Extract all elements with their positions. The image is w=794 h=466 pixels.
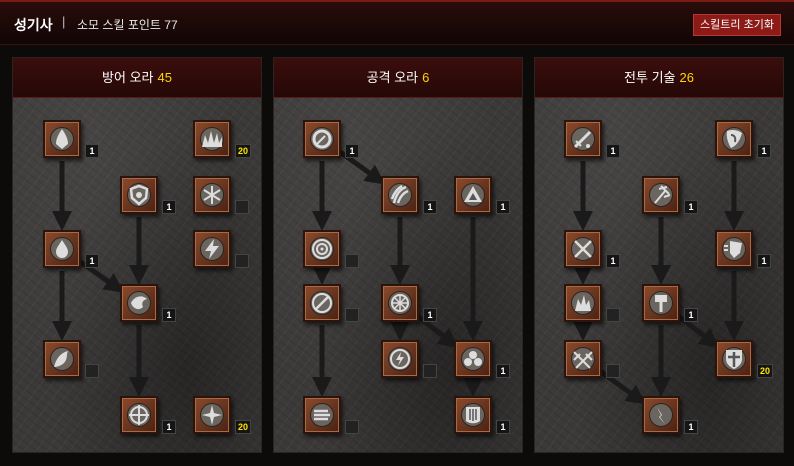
skill-node[interactable] — [303, 230, 341, 268]
fire-drop-icon — [50, 237, 74, 261]
slash-icon — [310, 291, 334, 315]
header-separator: | — [62, 14, 66, 29]
spiky-aura-icon — [200, 127, 224, 151]
crossed-blades-icon — [571, 347, 595, 371]
skill-node[interactable] — [564, 120, 602, 158]
skill-node[interactable] — [120, 176, 158, 214]
skill-rank: 1 — [606, 144, 620, 158]
skill-node[interactable] — [43, 340, 81, 378]
skill-node[interactable] — [454, 176, 492, 214]
skill-rank — [423, 364, 437, 378]
skill-node[interactable] — [193, 396, 231, 434]
skill-rank: 1 — [496, 364, 510, 378]
spent-points: 소모 스킬 포인트 77 — [77, 18, 178, 32]
skill-rank: 1 — [684, 200, 698, 214]
shield-swoosh-icon — [722, 127, 746, 151]
skill-rank: 1 — [496, 200, 510, 214]
skill-rank — [235, 254, 249, 268]
skill-rank: 20 — [757, 364, 773, 378]
skill-rank: 1 — [496, 420, 510, 434]
skill-tree-panel-combat: 전투 기술 26 1 1 1 1 1 1 20 1 — [534, 57, 784, 453]
skill-node[interactable] — [454, 396, 492, 434]
skill-node[interactable] — [564, 284, 602, 322]
skill-rank: 1 — [757, 144, 771, 158]
skill-rank — [606, 308, 620, 322]
phoenix-icon — [127, 291, 151, 315]
target-ring-icon — [310, 127, 334, 151]
skill-node[interactable] — [193, 230, 231, 268]
header-bar: 성기사 | 소모 스킬 포인트 77 스킬트리 초기화 — [0, 0, 794, 45]
skill-rank: 1 — [684, 308, 698, 322]
skill-node[interactable] — [43, 230, 81, 268]
skill-rank: 1 — [85, 254, 99, 268]
skill-rank: 1 — [85, 144, 99, 158]
sword-drops-icon — [571, 127, 595, 151]
skill-rank: 1 — [423, 308, 437, 322]
knight-shield-icon — [722, 347, 746, 371]
skill-node[interactable] — [564, 340, 602, 378]
reset-skill-tree-button[interactable]: 스킬트리 초기화 — [693, 14, 781, 36]
skill-rank: 20 — [235, 144, 251, 158]
skill-node[interactable] — [564, 230, 602, 268]
meteor-icon — [310, 403, 334, 427]
skill-rank: 1 — [684, 420, 698, 434]
skill-rank: 1 — [162, 200, 176, 214]
skill-node[interactable] — [381, 176, 419, 214]
skill-rank — [85, 364, 99, 378]
skill-node[interactable] — [303, 396, 341, 434]
trinity-icon — [461, 347, 485, 371]
holy-cross-icon — [200, 403, 224, 427]
skill-rank: 1 — [423, 200, 437, 214]
hammer-burst-icon — [649, 183, 673, 207]
skill-rank: 20 — [235, 420, 251, 434]
skill-rank — [235, 200, 249, 214]
skill-node[interactable] — [642, 284, 680, 322]
snowflake-icon — [200, 183, 224, 207]
sun-wheel-icon — [388, 291, 412, 315]
concentric-circle-icon — [310, 237, 334, 261]
skill-rank — [345, 254, 359, 268]
skill-node[interactable] — [381, 284, 419, 322]
barrier-icon — [461, 403, 485, 427]
claw-icon — [388, 183, 412, 207]
skill-node[interactable] — [715, 340, 753, 378]
skill-node[interactable] — [454, 340, 492, 378]
crosshair-icon — [127, 403, 151, 427]
skill-rank: 1 — [606, 254, 620, 268]
charging-shield-icon — [722, 237, 746, 261]
shield-swirl-icon — [127, 183, 151, 207]
skill-node[interactable] — [715, 230, 753, 268]
wing-flame-icon — [50, 347, 74, 371]
skill-tree-panel-offense: 공격 오라 6 111111 — [273, 57, 523, 453]
skill-node[interactable] — [120, 284, 158, 322]
skill-node[interactable] — [193, 120, 231, 158]
flame-shield-icon — [50, 127, 74, 151]
skill-rank: 1 — [757, 254, 771, 268]
lightning-bolt-icon — [200, 237, 224, 261]
skill-node[interactable] — [642, 396, 680, 434]
skill-rank — [606, 364, 620, 378]
skill-node[interactable] — [120, 396, 158, 434]
crossed-swords-icon — [571, 237, 595, 261]
skill-rank: 1 — [162, 308, 176, 322]
skill-node[interactable] — [381, 340, 419, 378]
lightning-orb-icon — [388, 347, 412, 371]
skill-rank — [345, 420, 359, 434]
skill-node[interactable] — [642, 176, 680, 214]
skill-node[interactable] — [193, 176, 231, 214]
up-arrow-icon — [461, 183, 485, 207]
skill-node[interactable] — [715, 120, 753, 158]
skill-tree-panel-defense: 방어 오라 45 1 20 1 1 1 1 20 — [12, 57, 262, 453]
class-name: 성기사 — [14, 17, 53, 33]
skill-rank — [345, 308, 359, 322]
skill-node[interactable] — [303, 284, 341, 322]
skill-rank: 1 — [345, 144, 359, 158]
fist-strike-icon — [649, 403, 673, 427]
skill-rank: 1 — [162, 420, 176, 434]
shattered-icon — [571, 291, 595, 315]
skill-node[interactable] — [303, 120, 341, 158]
skill-node[interactable] — [43, 120, 81, 158]
war-hammer-icon — [649, 291, 673, 315]
